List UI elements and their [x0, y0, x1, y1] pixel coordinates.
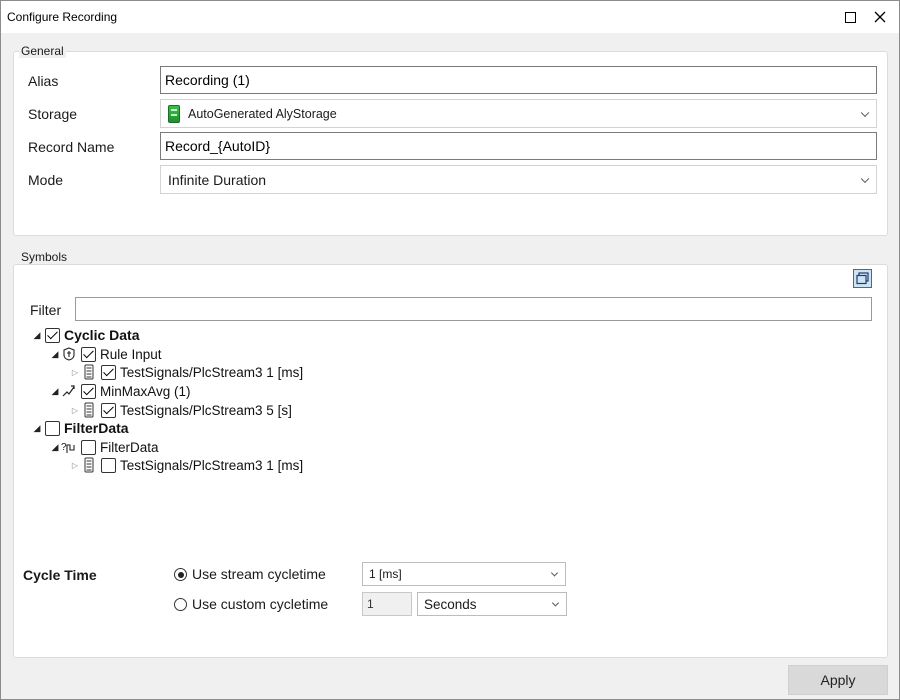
maximize-button[interactable] — [835, 1, 865, 33]
tree-label: FilterData — [64, 420, 129, 436]
filter-input[interactable] — [75, 297, 872, 321]
expand-arrow-icon[interactable]: ◢ — [49, 441, 61, 453]
close-icon — [874, 11, 886, 23]
expand-arrow-icon[interactable]: ▷ — [69, 366, 81, 378]
stream-cycletime-value: 1 [ms] — [369, 567, 402, 581]
svg-text:?: ? — [61, 442, 67, 453]
expand-arrow-icon[interactable]: ▷ — [69, 459, 81, 471]
chevron-down-icon — [860, 108, 870, 117]
tree-node-stream-1ms[interactable]: ▷ TestSignals/PlcStream3 1 [ms] — [69, 363, 303, 381]
title-bar: Configure Recording — [1, 1, 899, 33]
collapse-all-button[interactable] — [853, 269, 872, 288]
storage-select[interactable]: AutoGenerated AlyStorage — [160, 99, 877, 128]
use-custom-cycletime-radio[interactable] — [174, 598, 187, 611]
expand-arrow-icon[interactable]: ◢ — [49, 385, 61, 397]
stream-icon — [81, 457, 97, 473]
collapse-all-icon — [856, 272, 869, 285]
apply-button[interactable]: Apply — [788, 665, 888, 695]
tree-node-minmaxavg[interactable]: ◢ MinMaxAvg (1) — [49, 382, 191, 400]
general-legend: General — [19, 44, 66, 58]
rule-input-icon — [61, 346, 77, 362]
tree-checkbox[interactable] — [81, 346, 96, 362]
tree-label: TestSignals/PlcStream3 1 [ms] — [120, 457, 304, 473]
chevron-down-icon — [551, 599, 560, 607]
tree-node-filterdata-group[interactable]: ◢ FilterData — [31, 419, 129, 437]
tree-checkbox[interactable] — [45, 327, 60, 343]
tree-checkbox[interactable] — [81, 383, 96, 399]
minmaxavg-icon — [61, 383, 77, 399]
tree-label: TestSignals/PlcStream3 5 [s] — [120, 402, 292, 418]
record-name-input[interactable]: Record_{AutoID} — [160, 132, 877, 160]
symbols-legend: Symbols — [19, 250, 70, 264]
tree-checkbox[interactable] — [101, 457, 116, 473]
storage-icon — [168, 104, 180, 123]
expand-arrow-icon[interactable]: ◢ — [31, 329, 43, 341]
tree-checkbox[interactable] — [101, 364, 116, 380]
expand-arrow-icon[interactable]: ▷ — [69, 404, 81, 416]
tree-node-stream-1ms-filter[interactable]: ▷ TestSignals/PlcStream3 1 [ms] — [69, 456, 303, 474]
cycle-time-label: Cycle Time — [23, 567, 97, 583]
custom-cycletime-input[interactable]: 1 — [362, 592, 412, 616]
stream-icon — [81, 364, 97, 380]
use-stream-cycletime-radio[interactable] — [174, 568, 187, 581]
tree-node-rule-input[interactable]: ◢ Rule Input — [49, 345, 162, 363]
configure-recording-window: Configure Recording General Alias Record… — [0, 0, 900, 700]
stream-cycletime-select[interactable]: 1 [ms] — [362, 562, 566, 586]
filter-label: Filter — [30, 302, 62, 318]
custom-unit-select[interactable]: Seconds — [417, 592, 567, 616]
tree-label: Cyclic Data — [64, 327, 140, 343]
tree-node-stream-5s[interactable]: ▷ TestSignals/PlcStream3 5 [s] — [69, 401, 292, 419]
mode-value: Infinite Duration — [168, 171, 267, 188]
expand-arrow-icon[interactable]: ◢ — [31, 422, 43, 434]
close-button[interactable] — [865, 1, 895, 33]
alias-input[interactable]: Recording (1) — [160, 66, 877, 94]
storage-value: AutoGenerated AlyStorage — [188, 106, 337, 121]
storage-label: Storage — [28, 106, 78, 122]
chevron-down-icon — [860, 174, 870, 183]
filter-icon: ? — [61, 439, 77, 455]
window-title: Configure Recording — [7, 10, 118, 24]
expand-arrow-icon[interactable]: ◢ — [49, 348, 61, 360]
custom-unit-value: Seconds — [424, 596, 477, 612]
mode-label: Mode — [28, 172, 64, 188]
chevron-down-icon — [550, 569, 559, 577]
tree-label: Rule Input — [100, 346, 162, 362]
tree-label: FilterData — [100, 439, 159, 455]
tree-label: MinMaxAvg (1) — [100, 383, 191, 399]
use-stream-cycletime-label[interactable]: Use stream cycletime — [192, 566, 326, 582]
tree-checkbox[interactable] — [101, 402, 116, 418]
tree-label: TestSignals/PlcStream3 1 [ms] — [120, 364, 304, 380]
use-custom-cycletime-label[interactable]: Use custom cycletime — [192, 596, 328, 612]
stream-icon — [81, 402, 97, 418]
maximize-icon — [844, 11, 856, 23]
alias-label: Alias — [28, 73, 59, 89]
tree-checkbox[interactable] — [45, 420, 60, 436]
tree-node-cyclic-data[interactable]: ◢ Cyclic Data — [31, 326, 140, 344]
tree-checkbox[interactable] — [81, 439, 96, 455]
mode-select[interactable]: Infinite Duration — [160, 165, 877, 194]
record-name-label: Record Name — [28, 139, 115, 155]
tree-node-filterdata[interactable]: ◢ ? FilterData — [49, 438, 159, 456]
